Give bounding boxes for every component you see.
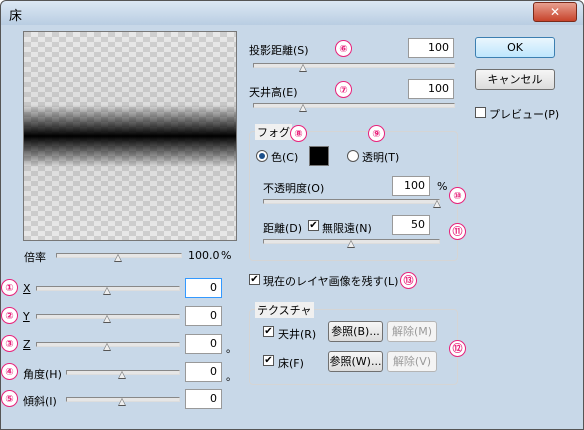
badge-5: ⑤ [1, 390, 18, 407]
projection-slider-thumb[interactable] [299, 64, 307, 72]
badge-10: ⑩ [449, 187, 466, 204]
release-m-button[interactable]: 解除(M) [387, 321, 437, 342]
badge-3: ③ [1, 335, 18, 352]
opacity-unit: % [437, 180, 448, 193]
ceiling-height-input[interactable]: 100 [408, 79, 454, 99]
opacity-slider[interactable] [263, 199, 440, 204]
texture-group-label: テクスチャ [255, 302, 314, 318]
zoom-unit: % [221, 249, 232, 262]
projection-label: 投影距離(S) [249, 44, 309, 57]
texture-floor-label[interactable]: 床(F) [278, 355, 304, 371]
y-label: Y [23, 310, 30, 323]
zoom-label: 倍率 [24, 251, 46, 264]
texture-ceiling-label[interactable]: 天井(R) [278, 326, 316, 342]
close-button[interactable]: ✕ [533, 2, 577, 22]
z-slider-thumb[interactable] [103, 343, 111, 351]
fog-transparent-label[interactable]: 透明(T) [362, 149, 399, 165]
x-input[interactable]: 0 [185, 278, 222, 298]
angle-slider-thumb[interactable] [118, 371, 126, 379]
tilt-input[interactable]: 0 [185, 389, 222, 409]
floor-preview [23, 31, 237, 241]
title-bar: 床 ✕ [1, 1, 583, 25]
keep-image-label[interactable]: 現在のレイヤ画像を残す(L) [263, 273, 398, 289]
browse-w-button[interactable]: 参照(W)... [328, 351, 383, 372]
angle-label: 角度(H) [23, 368, 62, 381]
x-slider-thumb[interactable] [103, 287, 111, 295]
projection-slider[interactable] [253, 63, 455, 68]
ceiling-plane [24, 32, 236, 136]
cancel-button[interactable]: キャンセル [475, 69, 555, 90]
ceiling-height-slider-thumb[interactable] [299, 104, 307, 112]
badge-12: ⑫ [449, 340, 466, 357]
fog-transparent-radio[interactable] [347, 150, 359, 162]
floor-plane [24, 136, 236, 240]
z-unit: 。 [226, 342, 237, 355]
fog-color-label[interactable]: 色(C) [271, 149, 298, 165]
x-label: X [23, 282, 31, 295]
badge-2: ② [1, 307, 18, 324]
ok-button[interactable]: OK [475, 37, 555, 58]
tilt-slider-thumb[interactable] [118, 398, 126, 406]
badge-11: ⑪ [449, 223, 466, 240]
badge-8: ⑧ [290, 125, 307, 142]
infinite-label[interactable]: 無限遠(N) [322, 220, 372, 236]
angle-unit: 。 [226, 370, 237, 383]
distance-input[interactable]: 50 [392, 215, 430, 235]
fog-group-label: フォグ [255, 124, 292, 140]
opacity-label: 不透明度(O) [263, 182, 325, 195]
fog-color-swatch[interactable] [309, 146, 329, 166]
projection-input[interactable]: 100 [408, 38, 454, 58]
angle-input[interactable]: 0 [185, 362, 222, 382]
browse-b-button[interactable]: 参照(B)... [328, 321, 383, 342]
preview-checkbox[interactable] [475, 107, 486, 118]
badge-1: ① [1, 279, 18, 296]
opacity-slider-thumb[interactable] [433, 200, 441, 208]
zoom-slider-thumb[interactable] [114, 254, 122, 262]
y-input[interactable]: 0 [185, 306, 222, 326]
z-label: Z [23, 338, 31, 351]
badge-7: ⑦ [335, 81, 352, 98]
badge-4: ④ [1, 363, 18, 380]
ceiling-height-slider[interactable] [253, 103, 455, 108]
keep-image-checkbox[interactable]: ✔ [249, 274, 260, 285]
infinite-checkbox[interactable]: ✔ [308, 220, 319, 231]
window-title: 床 [9, 9, 23, 24]
badge-13: ⑬ [400, 272, 417, 289]
y-slider-thumb[interactable] [103, 315, 111, 323]
opacity-input[interactable]: 100 [392, 176, 430, 196]
distance-label: 距離(D) [263, 222, 303, 235]
distance-slider-thumb[interactable] [347, 240, 355, 248]
z-input[interactable]: 0 [185, 334, 222, 354]
zoom-value: 100.0 [188, 249, 220, 262]
preview-label[interactable]: プレビュー(P) [489, 106, 559, 122]
texture-ceiling-checkbox[interactable]: ✔ [263, 326, 274, 337]
fog-color-radio[interactable] [256, 150, 268, 162]
texture-floor-checkbox[interactable]: ✔ [263, 355, 274, 366]
tilt-label: 傾斜(I) [23, 395, 57, 408]
release-v-button[interactable]: 解除(V) [387, 351, 437, 372]
ceiling-height-label: 天井高(E) [249, 86, 298, 99]
badge-9: ⑨ [368, 125, 385, 142]
badge-6: ⑥ [335, 40, 352, 57]
